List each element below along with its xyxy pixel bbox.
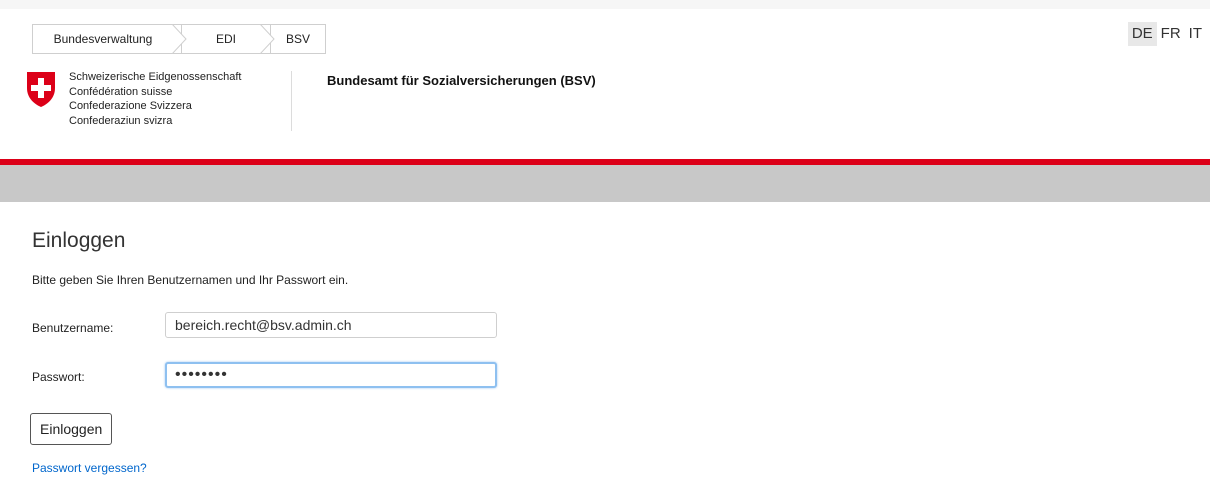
confederation-name-rm: Confederaziun svizra (69, 114, 173, 127)
confederation-name-de: Schweizerische Eidgenossenschaft (69, 71, 242, 83)
language-it[interactable]: IT (1185, 22, 1206, 46)
top-strip (0, 0, 1210, 9)
swiss-cross-icon (27, 72, 55, 107)
breadcrumb-label: Bundesverwaltung (53, 32, 153, 46)
page-title: Einloggen (32, 229, 126, 252)
confederation-name-it: Confederazione Svizzera (69, 100, 192, 112)
username-label: Benutzername: (32, 321, 114, 335)
office-name: Bundesamt für Sozialversicherungen (BSV) (327, 73, 596, 88)
login-instructions: Bitte geben Sie Ihren Benutzernamen und … (32, 273, 349, 287)
language-de[interactable]: DE (1127, 22, 1157, 46)
breadcrumb-item-edi[interactable]: EDI (181, 24, 270, 54)
password-input[interactable] (165, 362, 497, 388)
breadcrumb-label: BSV (285, 32, 310, 46)
language-fr[interactable]: FR (1157, 22, 1185, 46)
breadcrumb-label: EDI (215, 32, 236, 46)
confederation-name-fr: Confédération suisse (69, 85, 173, 98)
breadcrumb-separator-icon (260, 24, 275, 54)
password-label: Passwort: (32, 370, 85, 384)
breadcrumb-item-bundesverwaltung[interactable]: Bundesverwaltung (32, 24, 181, 54)
navigation-bar (0, 165, 1210, 202)
username-input[interactable] (165, 312, 497, 338)
breadcrumb-separator-icon (172, 24, 187, 54)
breadcrumb-item-bsv[interactable]: BSV (270, 24, 326, 54)
language-switcher: DE FR IT (1127, 22, 1206, 46)
confederation-names: Schweizerische Eidgenossenschaft Confédé… (69, 70, 241, 128)
login-button[interactable]: Einloggen (30, 413, 113, 445)
forgot-password-link[interactable]: Passwort vergessen? (32, 461, 147, 475)
confederation-logo[interactable]: Schweizerische Eidgenossenschaft Confédé… (25, 70, 241, 128)
header-divider (291, 71, 292, 131)
breadcrumb: Bundesverwaltung EDI BSV (32, 24, 326, 54)
